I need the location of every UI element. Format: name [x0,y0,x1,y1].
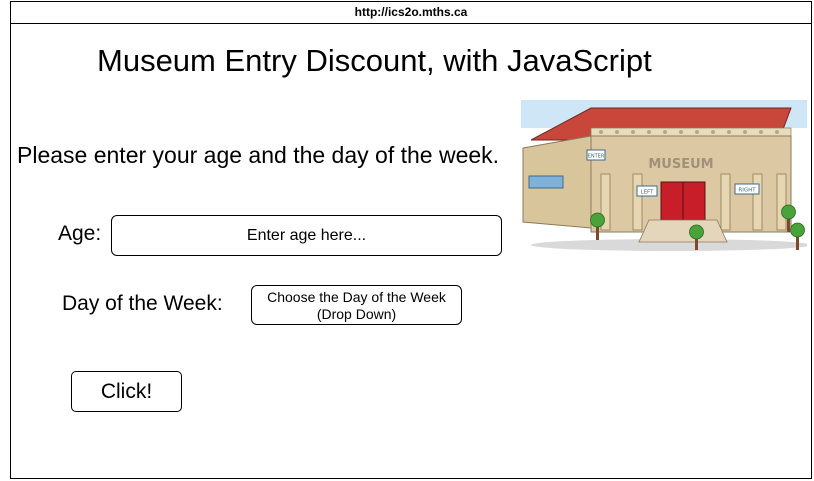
wireframe-window: http://ics2o.mths.ca Museum Entry Discou… [10,1,812,479]
left-sign-text: LEFT [641,190,655,196]
museum-illustration: MUSEUM ENTER LEFT RIGHT [521,100,807,251]
dropdown-text-line1: Choose the Day of the Week [267,289,446,305]
right-sign-text: RIGHT [738,188,756,194]
click-button[interactable]: Click! [71,371,182,412]
page-title: Museum Entry Discount, with JavaScript [97,43,652,78]
side-window [528,175,564,189]
entrance-steps [638,219,728,243]
age-label: Age: [58,222,102,245]
enter-sign-text: ENTER [588,154,605,160]
day-of-week-label: Day of the Week: [62,292,223,315]
dropdown-text-line2: (Drop Down) [316,306,397,322]
instructions-text: Please enter your age and the day of the… [17,142,500,168]
day-of-week-dropdown[interactable]: Choose the Day of the Week (Drop Down) [251,285,462,325]
url-bar[interactable]: http://ics2o.mths.ca [11,2,811,24]
url-text: http://ics2o.mths.ca [354,5,468,19]
age-input[interactable] [111,215,502,256]
museum-sign: MUSEUM [648,157,713,172]
